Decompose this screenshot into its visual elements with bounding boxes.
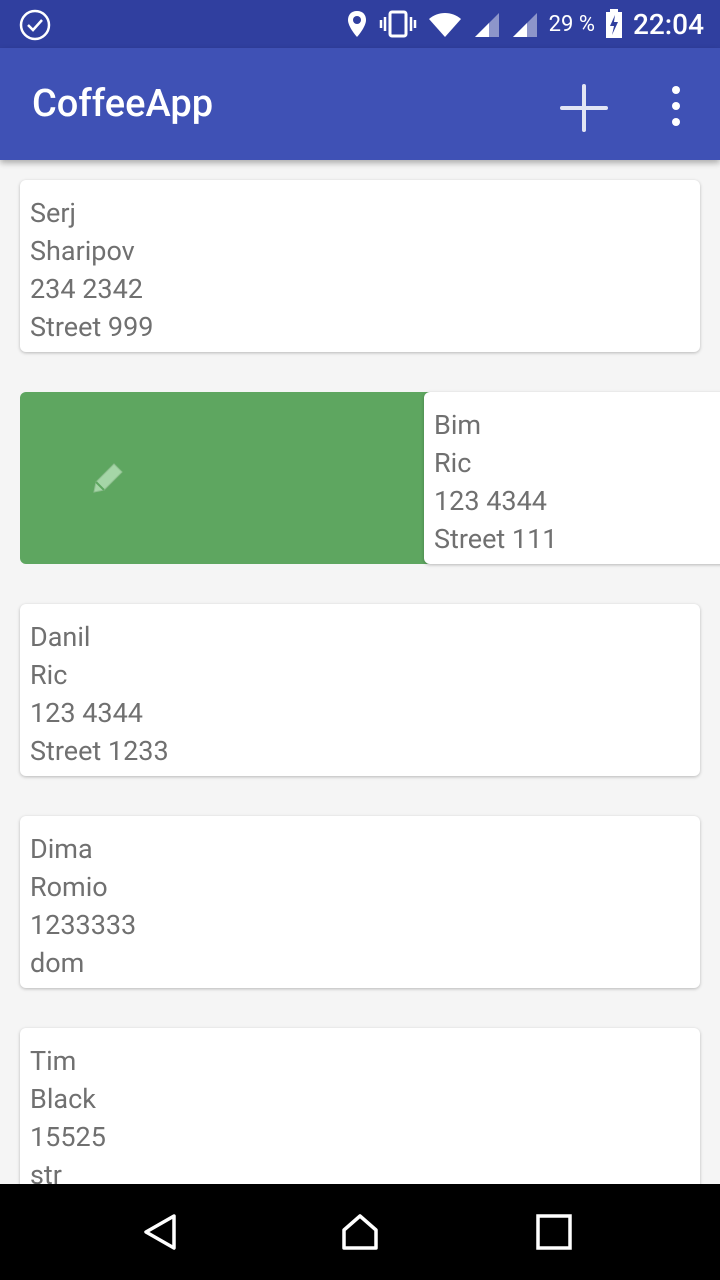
app-bar: CoffeeApp bbox=[0, 48, 720, 160]
home-icon[interactable] bbox=[340, 1212, 380, 1252]
contact-card[interactable]: Dima Romio 1233333 dom bbox=[20, 816, 700, 988]
contact-phone: 15525 bbox=[30, 1121, 106, 1153]
contact-address: str bbox=[30, 1159, 62, 1184]
contact-card[interactable]: Danil Ric 123 4344 Street 1233 bbox=[20, 604, 700, 776]
more-vert-icon[interactable] bbox=[656, 84, 696, 128]
contact-list: Serj Sharipov 234 2342 Street 999 Bim Ri… bbox=[0, 160, 720, 1184]
contact-phone: 123 4344 bbox=[434, 485, 547, 517]
contact-card-swiped[interactable]: Bim Ric 123 4344 Street 111 bbox=[424, 392, 720, 564]
wifi-icon bbox=[428, 13, 461, 37]
vibrate-icon bbox=[379, 10, 416, 38]
battery-percentage: 29 % bbox=[548, 11, 595, 37]
add-icon[interactable] bbox=[556, 80, 612, 136]
clock: 22:04 bbox=[632, 7, 704, 41]
app-title: CoffeeApp bbox=[32, 82, 214, 126]
location-icon bbox=[347, 11, 366, 37]
navigation-bar bbox=[0, 1184, 720, 1280]
contact-card[interactable]: Tim Black 15525 str bbox=[20, 1028, 700, 1184]
contact-address: Street 111 bbox=[434, 523, 558, 555]
contact-address: Street 999 bbox=[30, 311, 154, 343]
swipe-edit-background[interactable] bbox=[20, 392, 440, 564]
contact-last-name: Romio bbox=[30, 871, 108, 903]
status-bar: 29 % 22:04 bbox=[0, 0, 720, 48]
edit-icon bbox=[93, 463, 123, 493]
signal-icon bbox=[474, 13, 499, 37]
contact-phone: 1233333 bbox=[30, 909, 137, 941]
back-icon[interactable] bbox=[140, 1212, 180, 1252]
contact-first-name: Dima bbox=[30, 833, 93, 865]
contact-address: Street 1233 bbox=[30, 735, 169, 767]
contact-phone: 234 2342 bbox=[30, 273, 143, 305]
contact-first-name: Tim bbox=[30, 1045, 77, 1077]
signal-icon bbox=[512, 13, 537, 37]
contact-last-name: Ric bbox=[434, 447, 472, 479]
contact-last-name: Black bbox=[30, 1083, 96, 1115]
check-circle-icon bbox=[19, 9, 51, 41]
contact-phone: 123 4344 bbox=[30, 697, 143, 729]
recents-icon[interactable] bbox=[534, 1212, 574, 1252]
contact-last-name: Ric bbox=[30, 659, 68, 691]
contact-card[interactable]: Serj Sharipov 234 2342 Street 999 bbox=[20, 180, 700, 352]
contact-first-name: Bim bbox=[434, 409, 482, 441]
contact-address: dom bbox=[30, 947, 85, 979]
contact-first-name: Serj bbox=[30, 197, 76, 229]
battery-charging-icon bbox=[605, 9, 622, 38]
contact-first-name: Danil bbox=[30, 621, 91, 653]
contact-last-name: Sharipov bbox=[30, 235, 135, 267]
